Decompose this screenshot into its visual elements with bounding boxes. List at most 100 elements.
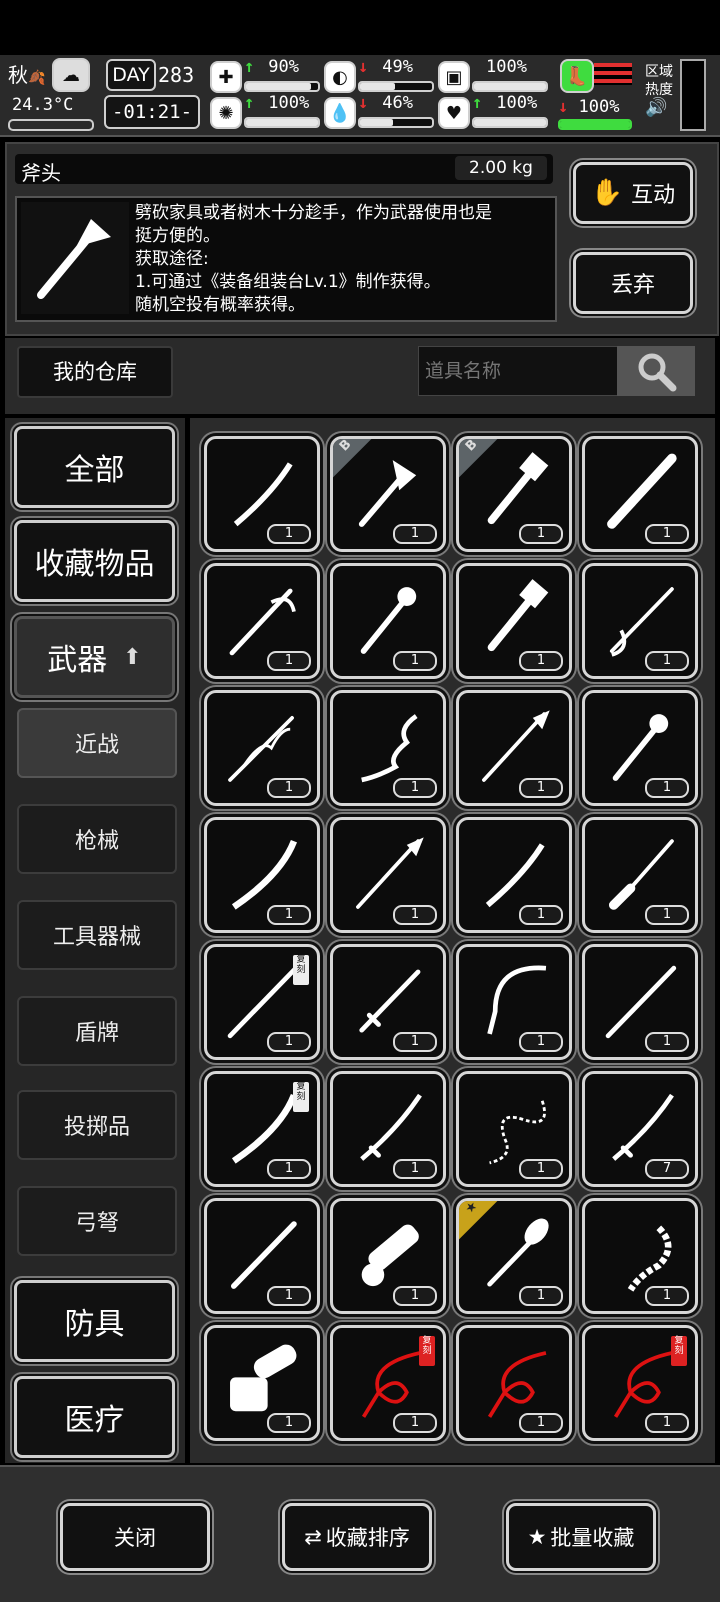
description-line: 1.可通过《装备组装台Lv.1》制作获得。 [135, 272, 441, 292]
category-sidebar: 全部 收藏物品 武器 ⬆ 近战 枪械 工具器械 盾牌 投掷品 弓弩 防具 医疗 [5, 418, 185, 1463]
inventory-slot[interactable]: 复刻 1 [204, 1071, 320, 1187]
subcategory-label: 投掷品 [63, 1115, 130, 1140]
inventory-slot[interactable]: B1 [330, 436, 446, 552]
category-armor[interactable]: 防具 [14, 1280, 175, 1362]
batch-label: 批量收藏 [550, 1526, 635, 1550]
hand-axe-icon: ✋ [590, 178, 624, 208]
inventory-slot[interactable]: 1 [582, 944, 698, 1060]
inventory-slot[interactable]: 1 [456, 1071, 572, 1187]
stomach-icon: ◐ [324, 61, 356, 93]
inventory-slot[interactable]: 1 [204, 436, 320, 552]
replica-tag: 复刻 [293, 1082, 309, 1112]
item-grid: 1 B 1 B 1 1 1 1 1 1 1 1 1 1 1 1 1 1 复刻 1 1 1 1 复刻 1 1 1 7 1 1 ★ 1 1 1 复刻 1 1… [190, 418, 715, 1463]
inventory-slot[interactable]: 1 [456, 944, 572, 1060]
inventory-slot[interactable]: 1 [330, 1198, 446, 1314]
category-medical[interactable]: 医疗 [14, 1376, 175, 1458]
subcategory-shields[interactable]: 盾牌 [17, 996, 177, 1066]
inventory-slot[interactable]: 1 [456, 1325, 572, 1441]
stat-value: ↓ 49% [358, 57, 413, 77]
inventory-slot[interactable]: 复刻 1 [330, 1325, 446, 1441]
item-quantity: 1 [519, 905, 563, 925]
item-quantity: 1 [393, 1159, 437, 1179]
inventory-slot[interactable]: 1 [582, 1198, 698, 1314]
fatigue-icon [594, 63, 632, 85]
inventory-slot[interactable]: 1 [330, 563, 446, 679]
arrow-down-icon: ↓ [358, 57, 369, 77]
heat-meter [680, 59, 706, 131]
water-icon: 💧 [324, 97, 356, 129]
stat-value-text: 90% [268, 57, 299, 77]
stat-value-text: 100% [486, 57, 527, 77]
replica-tag: 复刻 [293, 955, 309, 985]
subcategory-bows[interactable]: 弓弩 [17, 1186, 177, 1256]
temperature: 24.3°C [12, 95, 74, 115]
category-all[interactable]: 全部 [14, 426, 175, 508]
subcategory-label: 弓弩 [74, 1211, 119, 1236]
clock: -01:21- [104, 95, 200, 129]
search-button[interactable] [617, 346, 695, 396]
item-quantity: 1 [267, 778, 311, 798]
replica-tag: 复刻 [419, 1336, 435, 1366]
category-weapons[interactable]: 武器 ⬆ [14, 616, 175, 698]
inventory-slot[interactable]: 1 [456, 563, 572, 679]
stat-bar-fill [360, 83, 396, 90]
inventory-slot[interactable]: 1 [204, 1198, 320, 1314]
item-weight: 2.00 kg [455, 156, 547, 180]
inventory-slot[interactable]: 1 [582, 436, 698, 552]
inventory-slot[interactable]: 复刻 1 [582, 1325, 698, 1441]
discard-button[interactable]: 丢弃 [573, 252, 693, 314]
inventory-slot[interactable]: 1 [582, 817, 698, 933]
inventory-slot[interactable]: 1 [204, 563, 320, 679]
subcategory-throwables[interactable]: 投掷品 [17, 1090, 177, 1160]
stat-bar-fill [474, 119, 546, 126]
interact-button[interactable]: ✋ 互动 [573, 162, 693, 224]
stat-value: ↑ 90% [244, 57, 299, 77]
leaf-icon: 🍂 [28, 70, 46, 86]
inventory-slot[interactable]: 1 [330, 1071, 446, 1187]
inventory-slot[interactable]: 1 [456, 690, 572, 806]
item-quantity: 1 [393, 524, 437, 544]
inventory-slot[interactable]: 复刻 1 [204, 944, 320, 1060]
inventory-slot[interactable]: ★ 1 [456, 1198, 572, 1314]
inventory-slot[interactable]: B1 [456, 436, 572, 552]
item-quantity: 1 [393, 651, 437, 671]
star-icon: ★ [527, 1525, 547, 1549]
subcategory-guns[interactable]: 枪械 [17, 804, 177, 874]
inventory-slot[interactable]: 1 [456, 817, 572, 933]
inventory-slot[interactable]: 1 [582, 563, 698, 679]
close-button[interactable]: 关闭 [60, 1503, 210, 1571]
subcategory-label: 工具器械 [52, 925, 141, 950]
description-line: 劈砍家具或者树木十分趁手，作为武器使用也是 [135, 203, 492, 223]
stat-bar [244, 117, 320, 128]
arrow-up-icon: ↑ [472, 93, 483, 113]
inventory-slot[interactable]: 1 [582, 690, 698, 806]
sort-favorites-button[interactable]: ⇄ 收藏排序 [282, 1503, 432, 1571]
inventory-slot[interactable]: 1 [330, 944, 446, 1060]
batch-favorite-button[interactable]: ★ 批量收藏 [506, 1503, 656, 1571]
item-quantity: 1 [267, 1413, 311, 1433]
item-quantity: 1 [645, 1413, 689, 1433]
category-favorites[interactable]: 收藏物品 [14, 520, 175, 602]
stat-value-text: 100% [496, 93, 538, 113]
item-quantity: 1 [267, 1159, 311, 1179]
search-input[interactable] [418, 346, 620, 396]
stat-bar-fill [246, 119, 318, 126]
item-description: 劈砍家具或者树木十分趁手，作为武器使用也是 挺方便的。 获取途径: 1.可通过《… [135, 202, 555, 317]
subcategory-tools[interactable]: 工具器械 [17, 900, 177, 970]
description-line: 获取途径: [135, 249, 209, 269]
inventory-slot[interactable]: 1 [204, 690, 320, 806]
inventory-slot[interactable]: 1 [330, 690, 446, 806]
inventory-slot[interactable]: 1 [204, 817, 320, 933]
sort-label: 收藏排序 [325, 1526, 410, 1550]
boot-icon: 👢 [560, 59, 594, 93]
inventory-slot[interactable]: 7 [582, 1071, 698, 1187]
boot-value: ↓ 100% [558, 97, 620, 117]
inventory-slot[interactable]: 1 [204, 1325, 320, 1441]
item-quantity: 1 [393, 778, 437, 798]
day-counter: 283 [158, 63, 195, 87]
subcategory-melee[interactable]: 近战 [17, 708, 177, 778]
category-label: 收藏物品 [34, 547, 155, 582]
item-quantity: 1 [645, 905, 689, 925]
speaker-icon[interactable]: 🔊 [645, 99, 673, 117]
inventory-slot[interactable]: 1 [330, 817, 446, 933]
